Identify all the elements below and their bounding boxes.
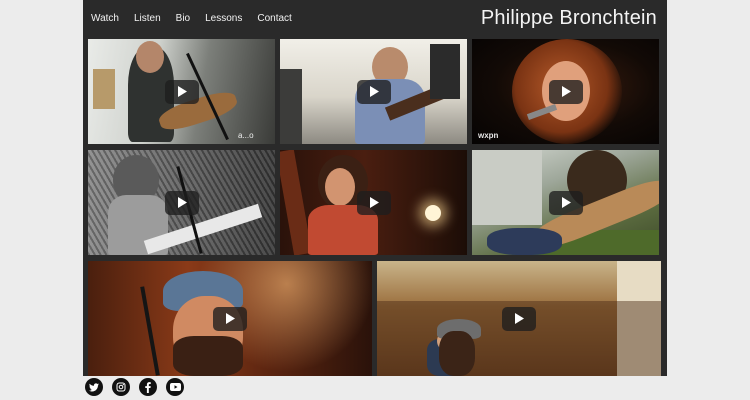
play-icon — [561, 197, 571, 208]
play-icon — [369, 86, 379, 97]
video-thumbnail-5[interactable] — [280, 150, 467, 255]
site-container: Watch Listen Bio Lessons Contact Philipp… — [83, 0, 667, 376]
instagram-link[interactable] — [112, 378, 130, 396]
play-icon — [177, 197, 187, 208]
site-title[interactable]: Philippe Bronchtein — [481, 7, 657, 30]
nav-bio[interactable]: Bio — [176, 13, 190, 24]
video-watermark: a...o — [238, 131, 254, 140]
nav-links: Watch Listen Bio Lessons Contact — [91, 13, 307, 24]
play-button[interactable] — [356, 190, 391, 215]
play-button[interactable] — [213, 306, 247, 331]
video-watermark: wxpn — [478, 131, 499, 140]
social-links — [85, 378, 184, 396]
play-button[interactable] — [502, 306, 536, 331]
twitter-link[interactable] — [85, 378, 103, 396]
play-button[interactable] — [164, 190, 199, 215]
play-icon — [177, 86, 187, 97]
top-navigation: Watch Listen Bio Lessons Contact Philipp… — [83, 0, 667, 38]
nav-contact[interactable]: Contact — [257, 13, 291, 24]
play-icon — [369, 197, 379, 208]
facebook-icon — [145, 381, 151, 393]
play-icon — [561, 86, 571, 97]
play-button[interactable] — [548, 190, 583, 215]
video-thumbnail-2[interactable] — [280, 39, 467, 144]
nav-lessons[interactable]: Lessons — [205, 13, 242, 24]
play-icon — [226, 313, 235, 324]
play-icon — [515, 313, 524, 324]
facebook-link[interactable] — [139, 378, 157, 396]
play-button[interactable] — [548, 79, 583, 104]
video-thumbnail-4[interactable] — [88, 150, 275, 255]
video-thumbnail-6[interactable] — [472, 150, 659, 255]
video-thumbnail-1[interactable]: a...o — [88, 39, 275, 144]
twitter-icon — [89, 382, 99, 391]
nav-watch[interactable]: Watch — [91, 13, 119, 24]
video-thumbnail-3[interactable]: wxpn — [472, 39, 659, 144]
youtube-link[interactable] — [166, 378, 184, 396]
nav-listen[interactable]: Listen — [134, 13, 161, 24]
video-thumbnail-7[interactable] — [88, 261, 372, 376]
video-thumbnail-8[interactable] — [377, 261, 661, 376]
play-button[interactable] — [164, 79, 199, 104]
youtube-icon — [169, 383, 181, 391]
play-button[interactable] — [356, 79, 391, 104]
instagram-icon — [116, 382, 126, 392]
